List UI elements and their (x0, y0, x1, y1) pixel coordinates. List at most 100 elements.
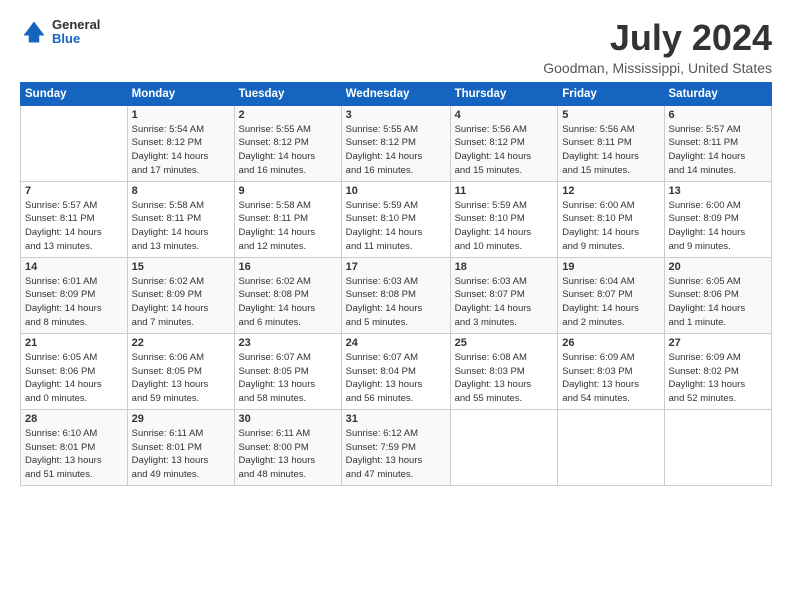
day-info: Sunrise: 5:56 AM Sunset: 8:11 PM Dayligh… (562, 123, 659, 178)
day-info: Sunrise: 6:10 AM Sunset: 8:01 PM Dayligh… (25, 427, 123, 482)
calendar-cell: 2 Sunrise: 5:55 AM Sunset: 8:12 PM Daylig… (234, 105, 341, 181)
calendar-cell: 14 Sunrise: 6:01 AM Sunset: 8:09 PM Dayli… (21, 257, 128, 333)
day-number: 11 (455, 185, 554, 197)
day-number: 9 (239, 185, 337, 197)
weekday-header: Tuesday (234, 82, 341, 105)
calendar-cell: 19Sunrise: 6:04 AM Sunset: 8:07 PM Dayli… (558, 257, 664, 333)
day-info: Sunrise: 5:55 AM Sunset: 8:12 PM Dayligh… (239, 123, 337, 178)
day-number: 8 (132, 185, 230, 197)
day-number: 23 (239, 337, 337, 349)
calendar-cell: 6Sunrise: 5:57 AM Sunset: 8:11 PM Daylig… (664, 105, 772, 181)
calendar-cell: 20 Sunrise: 6:05 AM Sunset: 8:06 PM Dayli… (664, 257, 772, 333)
day-number: 30 (239, 413, 337, 425)
day-info: Sunrise: 5:59 AM Sunset: 8:10 PM Dayligh… (455, 199, 554, 254)
calendar-cell: 1Sunrise: 5:54 AM Sunset: 8:12 PM Daylig… (127, 105, 234, 181)
calendar-cell: 12 Sunrise: 6:00 AM Sunset: 8:10 PM Dayli… (558, 181, 664, 257)
day-info: Sunrise: 6:07 AM Sunset: 8:04 PM Dayligh… (346, 351, 446, 406)
day-number: 28 (25, 413, 123, 425)
day-info: Sunrise: 6:03 AM Sunset: 8:07 PM Dayligh… (455, 275, 554, 330)
weekday-header: Friday (558, 82, 664, 105)
calendar-cell: 16 Sunrise: 6:02 AM Sunset: 8:08 PM Dayli… (234, 257, 341, 333)
day-number: 31 (346, 413, 446, 425)
day-number: 6 (669, 109, 768, 121)
day-info: Sunrise: 6:02 AM Sunset: 8:09 PM Dayligh… (132, 275, 230, 330)
calendar-week-row: 1Sunrise: 5:54 AM Sunset: 8:12 PM Daylig… (21, 105, 772, 181)
day-number: 27 (669, 337, 768, 349)
day-number: 2 (239, 109, 337, 121)
day-number: 29 (132, 413, 230, 425)
day-info: Sunrise: 6:05 AM Sunset: 8:06 PM Dayligh… (25, 351, 123, 406)
calendar-cell: 22 Sunrise: 6:06 AM Sunset: 8:05 PM Dayli… (127, 333, 234, 409)
weekday-header: Monday (127, 82, 234, 105)
day-number: 17 (346, 261, 446, 273)
weekday-header: Wednesday (341, 82, 450, 105)
day-number: 20 (669, 261, 768, 273)
title-block: July 2024 Goodman, Mississippi, United S… (543, 18, 772, 76)
page: General Blue July 2024 Goodman, Mississi… (0, 0, 792, 612)
day-info: Sunrise: 6:00 AM Sunset: 8:10 PM Dayligh… (562, 199, 659, 254)
day-number: 10 (346, 185, 446, 197)
day-info: Sunrise: 6:06 AM Sunset: 8:05 PM Dayligh… (132, 351, 230, 406)
day-number: 15 (132, 261, 230, 273)
calendar-cell: 8 Sunrise: 5:58 AM Sunset: 8:11 PM Daylig… (127, 181, 234, 257)
calendar-cell: 26Sunrise: 6:09 AM Sunset: 8:03 PM Dayli… (558, 333, 664, 409)
calendar-cell: 5Sunrise: 5:56 AM Sunset: 8:11 PM Daylig… (558, 105, 664, 181)
day-info: Sunrise: 6:00 AM Sunset: 8:09 PM Dayligh… (669, 199, 768, 254)
day-number: 24 (346, 337, 446, 349)
calendar-cell: 25 Sunrise: 6:08 AM Sunset: 8:03 PM Dayli… (450, 333, 558, 409)
calendar-cell: 7 Sunrise: 5:57 AM Sunset: 8:11 PM Daylig… (21, 181, 128, 257)
weekday-header: Saturday (664, 82, 772, 105)
day-number: 22 (132, 337, 230, 349)
header: General Blue July 2024 Goodman, Mississi… (20, 18, 772, 76)
day-info: Sunrise: 6:11 AM Sunset: 8:00 PM Dayligh… (239, 427, 337, 482)
day-info: Sunrise: 6:11 AM Sunset: 8:01 PM Dayligh… (132, 427, 230, 482)
calendar-cell: 11 Sunrise: 5:59 AM Sunset: 8:10 PM Dayli… (450, 181, 558, 257)
calendar-cell: 24 Sunrise: 6:07 AM Sunset: 8:04 PM Dayli… (341, 333, 450, 409)
calendar-week-row: 28 Sunrise: 6:10 AM Sunset: 8:01 PM Dayli… (21, 409, 772, 485)
calendar-week-row: 21 Sunrise: 6:05 AM Sunset: 8:06 PM Dayli… (21, 333, 772, 409)
day-info: Sunrise: 6:04 AM Sunset: 8:07 PM Dayligh… (562, 275, 659, 330)
day-info: Sunrise: 6:09 AM Sunset: 8:02 PM Dayligh… (669, 351, 768, 406)
day-info: Sunrise: 5:58 AM Sunset: 8:11 PM Dayligh… (132, 199, 230, 254)
calendar-week-row: 7 Sunrise: 5:57 AM Sunset: 8:11 PM Daylig… (21, 181, 772, 257)
logo-general-text: General (52, 18, 100, 32)
day-number: 1 (132, 109, 230, 121)
day-info: Sunrise: 5:56 AM Sunset: 8:12 PM Dayligh… (455, 123, 554, 178)
day-info: Sunrise: 6:05 AM Sunset: 8:06 PM Dayligh… (669, 275, 768, 330)
day-info: Sunrise: 6:02 AM Sunset: 8:08 PM Dayligh… (239, 275, 337, 330)
day-info: Sunrise: 5:57 AM Sunset: 8:11 PM Dayligh… (25, 199, 123, 254)
day-info: Sunrise: 6:01 AM Sunset: 8:09 PM Dayligh… (25, 275, 123, 330)
day-number: 3 (346, 109, 446, 121)
day-number: 12 (562, 185, 659, 197)
calendar-cell (664, 409, 772, 485)
calendar-cell: 4 Sunrise: 5:56 AM Sunset: 8:12 PM Daylig… (450, 105, 558, 181)
day-number: 7 (25, 185, 123, 197)
calendar-table: SundayMondayTuesdayWednesdayThursdayFrid… (20, 82, 772, 486)
day-number: 4 (455, 109, 554, 121)
day-info: Sunrise: 5:59 AM Sunset: 8:10 PM Dayligh… (346, 199, 446, 254)
calendar-cell: 29 Sunrise: 6:11 AM Sunset: 8:01 PM Dayli… (127, 409, 234, 485)
calendar-cell: 21 Sunrise: 6:05 AM Sunset: 8:06 PM Dayli… (21, 333, 128, 409)
day-number: 14 (25, 261, 123, 273)
calendar-cell: 18Sunrise: 6:03 AM Sunset: 8:07 PM Dayli… (450, 257, 558, 333)
calendar-cell: 23Sunrise: 6:07 AM Sunset: 8:05 PM Dayli… (234, 333, 341, 409)
logo-text: General Blue (52, 18, 100, 47)
weekday-header: Thursday (450, 82, 558, 105)
logo: General Blue (20, 18, 100, 47)
weekday-header: Sunday (21, 82, 128, 105)
day-number: 21 (25, 337, 123, 349)
calendar-cell: 30 Sunrise: 6:11 AM Sunset: 8:00 PM Dayli… (234, 409, 341, 485)
month-title: July 2024 (543, 18, 772, 58)
day-number: 25 (455, 337, 554, 349)
day-info: Sunrise: 6:12 AM Sunset: 7:59 PM Dayligh… (346, 427, 446, 482)
calendar-cell: 15 Sunrise: 6:02 AM Sunset: 8:09 PM Dayli… (127, 257, 234, 333)
day-number: 16 (239, 261, 337, 273)
calendar-header-row: SundayMondayTuesdayWednesdayThursdayFrid… (21, 82, 772, 105)
calendar-cell (450, 409, 558, 485)
day-info: Sunrise: 6:08 AM Sunset: 8:03 PM Dayligh… (455, 351, 554, 406)
location: Goodman, Mississippi, United States (543, 60, 772, 76)
day-number: 13 (669, 185, 768, 197)
calendar-cell: 31 Sunrise: 6:12 AM Sunset: 7:59 PM Dayli… (341, 409, 450, 485)
calendar-cell (21, 105, 128, 181)
calendar-cell (558, 409, 664, 485)
